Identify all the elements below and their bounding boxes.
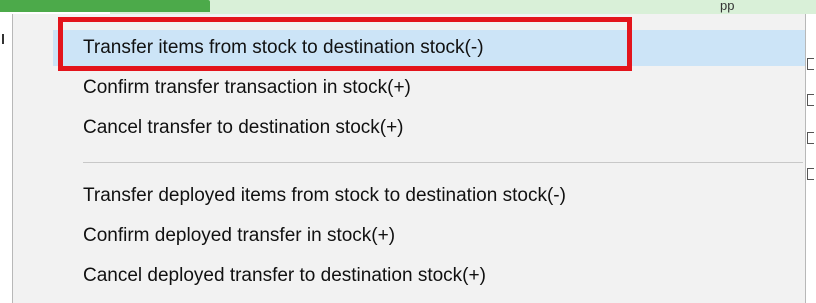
active-tab[interactable] (0, 0, 210, 12)
underlying-window-right-edge (806, 14, 816, 303)
window-header-strip: pp (0, 0, 816, 14)
menu-item-cancel-deployed[interactable]: Cancel deployed transfer to destination … (53, 258, 486, 294)
edge-mark (807, 132, 814, 144)
header-partial-text: pp (720, 0, 735, 13)
menu-item-label: Cancel deployed transfer to destination … (83, 265, 486, 286)
menu-item-label: Transfer deployed items from stock to de… (83, 185, 566, 206)
menu-item-confirm-deployed[interactable]: Confirm deployed transfer in stock(+) (53, 218, 395, 254)
menu-item-label: Confirm deployed transfer in stock(+) (83, 225, 396, 246)
menu-separator (83, 162, 803, 163)
header-background (110, 0, 816, 14)
underlying-window-left-edge (0, 14, 12, 303)
edge-mark (807, 94, 814, 106)
menu-item-transfer-deployed[interactable]: Transfer deployed items from stock to de… (53, 178, 566, 214)
edge-mark (807, 58, 814, 70)
menu-item-confirm-transfer[interactable]: Confirm transfer transaction in stock(+) (53, 70, 411, 106)
annotation-highlight-box (58, 17, 632, 71)
menu-item-label: Cancel transfer to destination stock(+) (83, 117, 404, 138)
menu-item-label: Confirm transfer transaction in stock(+) (83, 77, 411, 98)
edge-mark (2, 34, 4, 44)
menu-item-cancel-transfer[interactable]: Cancel transfer to destination stock(+) (53, 110, 404, 146)
edge-mark (807, 168, 814, 180)
